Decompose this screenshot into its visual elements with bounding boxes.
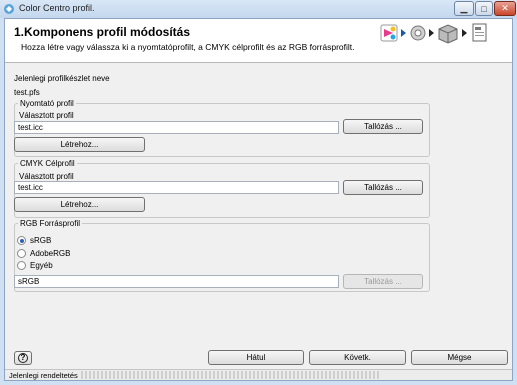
printer-profile-field[interactable]: test.icc [14, 121, 339, 134]
maximize-icon: □ [481, 3, 487, 14]
rgb-profile-legend: RGB Forrásprofil [20, 219, 81, 228]
minimize-icon: ▁ [460, 3, 468, 13]
page-title: 1.Komponens profil módosítás [14, 25, 191, 39]
printer-step-icon [380, 24, 398, 42]
wizard-steps [373, 21, 508, 45]
radio-adobergb-label: AdobeRGB [30, 249, 71, 258]
package-step-icon [438, 24, 458, 44]
radio-adobergb-dot[interactable] [17, 249, 26, 258]
printer-browse-button[interactable]: Tallózás ... [343, 119, 423, 134]
window-title: Color Centro profil. [19, 3, 95, 13]
minimize-button[interactable]: ▁ [454, 1, 474, 16]
page-subtitle: Hozza létre vagy válassza ki a nyomtatóp… [21, 42, 355, 52]
rgb-browse-button[interactable]: Tallózás ... [343, 274, 423, 289]
wizard-header: 1.Komponens profil módosítás Hozza létre… [5, 19, 512, 63]
cmyk-create-button[interactable]: Létrehoz... [14, 197, 145, 212]
radio-srgb-dot[interactable] [17, 236, 26, 245]
radio-other[interactable]: Egyéb [17, 261, 53, 270]
help-icon: ? [18, 353, 28, 363]
radio-adobergb[interactable]: AdobeRGB [17, 249, 70, 258]
step-arrow [401, 29, 406, 37]
app-icon [4, 4, 14, 14]
title-bar: Color Centro profil. ▁ □ ✕ [0, 0, 517, 18]
cancel-button[interactable]: Mégse [411, 350, 508, 365]
current-set-value: test.pfs [14, 88, 40, 97]
radio-srgb[interactable]: sRGB [17, 236, 51, 245]
status-text: Jelenlegi rendeltetés [9, 371, 78, 380]
radio-srgb-label: sRGB [30, 236, 52, 245]
document-step-icon [472, 23, 487, 42]
printer-selected-label: Választott profil [19, 111, 74, 120]
status-bar: Jelenlegi rendeltetés [5, 369, 512, 380]
next-button[interactable]: Követk. [309, 350, 406, 365]
radio-other-label: Egyéb [30, 261, 53, 270]
cmyk-profile-field[interactable]: test.icc [14, 181, 339, 194]
cmyk-selected-label: Választott profil [19, 172, 74, 181]
printer-profile-legend: Nyomtató profil [20, 99, 74, 108]
maximize-button[interactable]: □ [475, 1, 493, 16]
help-button[interactable]: ? [14, 351, 32, 365]
current-set-label: Jelenlegi profilkészlet neve [14, 74, 110, 83]
rgb-profile-field[interactable]: sRGB [14, 275, 339, 288]
back-button[interactable]: Hátul [208, 350, 304, 365]
cmyk-browse-button[interactable]: Tallózás ... [343, 180, 423, 195]
status-separator [81, 371, 381, 379]
dialog-window: 1.Komponens profil módosítás Hozza létre… [4, 18, 513, 381]
radio-other-dot[interactable] [17, 261, 26, 270]
printer-create-button[interactable]: Létrehoz... [14, 137, 145, 152]
close-button[interactable]: ✕ [494, 1, 516, 16]
gear-step-icon [410, 25, 426, 41]
close-icon: ✕ [501, 3, 509, 13]
cmyk-profile-legend: CMYK Célprofil [20, 159, 75, 168]
